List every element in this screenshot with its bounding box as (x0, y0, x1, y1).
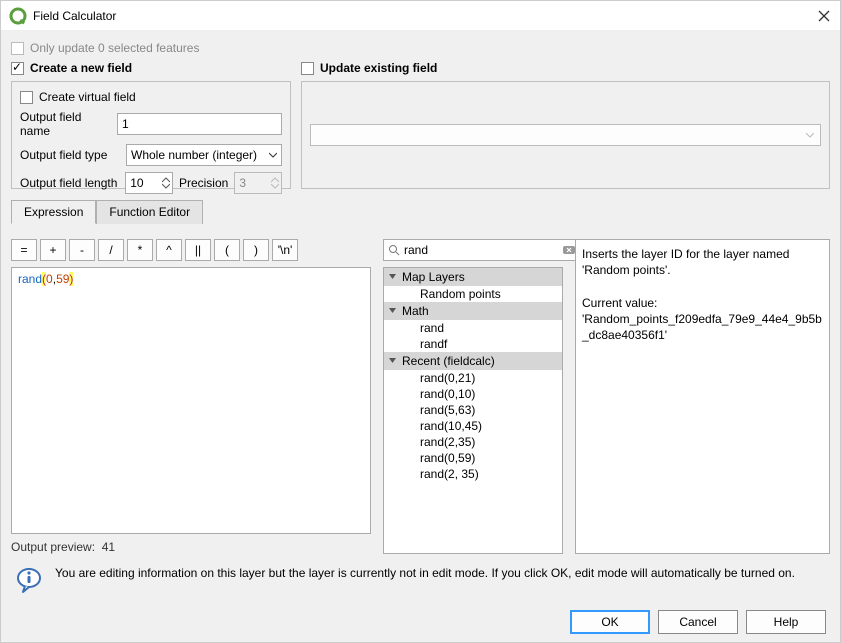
info-icon (15, 566, 43, 594)
operator-button[interactable]: ^ (156, 239, 182, 261)
update-existing-field-checkbox[interactable] (301, 62, 314, 75)
function-tree[interactable]: Map LayersRandom pointsMathrandrandfRece… (383, 267, 563, 554)
tree-group-header[interactable]: Map Layers (384, 268, 562, 286)
tree-item[interactable]: rand(10,45) (384, 418, 562, 434)
help-button[interactable]: Help (746, 610, 826, 634)
ok-button[interactable]: OK (570, 610, 650, 634)
output-length-spin[interactable]: 10 (125, 172, 173, 194)
tree-item[interactable]: rand(2,35) (384, 434, 562, 450)
spin-down-icon (271, 183, 279, 189)
spin-down-icon[interactable] (162, 183, 170, 189)
operator-button[interactable]: - (69, 239, 95, 261)
operator-button[interactable]: ( (214, 239, 240, 261)
expression-column: =+-/*^||()'\n' rand(0,59) Output preview… (11, 239, 371, 554)
search-input[interactable] (404, 243, 559, 257)
operator-button[interactable]: * (127, 239, 153, 261)
create-new-field-checkbox[interactable] (11, 62, 24, 75)
footer-info-text: You are editing information on this laye… (55, 566, 795, 580)
search-icon (388, 244, 400, 256)
chevron-down-icon (388, 306, 397, 315)
clear-search-icon[interactable] (563, 244, 575, 256)
preview-label: Output preview: (11, 540, 95, 554)
expression-textarea[interactable]: rand(0,59) (11, 267, 371, 534)
help-pane: Inserts the layer ID for the layer named… (575, 239, 830, 554)
chevron-down-icon (806, 131, 814, 139)
close-icon[interactable] (816, 8, 832, 24)
output-name-label: Output field name (20, 110, 111, 138)
tree-item[interactable]: rand(5,63) (384, 402, 562, 418)
tab-function-editor[interactable]: Function Editor (96, 200, 203, 224)
only-update-checkbox (11, 42, 24, 55)
tab-expression[interactable]: Expression (11, 200, 96, 224)
tab-bar: Expression Function Editor (11, 199, 830, 223)
footer-info: You are editing information on this laye… (11, 560, 830, 598)
expr-arg1: 0 (46, 272, 53, 286)
create-new-field-label: Create a new field (30, 61, 132, 75)
search-box[interactable] (383, 239, 580, 261)
chevron-down-icon (388, 356, 397, 365)
update-existing-group (301, 81, 830, 189)
output-preview: Output preview: 41 (11, 540, 371, 554)
tree-item[interactable]: rand(0,21) (384, 370, 562, 386)
field-calculator-window: Field Calculator Only update 0 selected … (0, 0, 841, 643)
tree-item[interactable]: Random points (384, 286, 562, 302)
update-existing-field-label: Update existing field (320, 61, 437, 75)
output-length-label: Output field length (20, 176, 119, 190)
tree-item[interactable]: rand(2, 35) (384, 466, 562, 482)
precision-label: Precision (179, 176, 228, 190)
create-virtual-label: Create virtual field (39, 90, 136, 104)
output-type-label: Output field type (20, 148, 120, 162)
operator-button[interactable]: / (98, 239, 124, 261)
expr-close-paren: ) (69, 272, 73, 286)
existing-field-combo (310, 124, 821, 146)
tree-item[interactable]: rand(0,59) (384, 450, 562, 466)
output-length-value: 10 (130, 176, 143, 190)
expression-tabpane: =+-/*^||()'\n' rand(0,59) Output preview… (11, 229, 830, 554)
operator-button[interactable]: || (185, 239, 211, 261)
precision-spin: 3 (234, 172, 282, 194)
create-virtual-checkbox[interactable] (20, 91, 33, 104)
operator-button[interactable]: + (40, 239, 66, 261)
tree-item[interactable]: rand (384, 320, 562, 336)
chevron-down-icon (269, 151, 277, 159)
operator-button[interactable]: = (11, 239, 37, 261)
tree-item[interactable]: rand(0,10) (384, 386, 562, 402)
tree-group-header[interactable]: Math (384, 302, 562, 320)
only-update-label: Only update 0 selected features (30, 41, 199, 55)
output-name-input[interactable] (117, 113, 282, 135)
dialog-button-row: OK Cancel Help (11, 604, 830, 636)
titlebar: Field Calculator (1, 1, 840, 31)
operator-button[interactable]: '\n' (272, 239, 298, 261)
cancel-button[interactable]: Cancel (658, 610, 738, 634)
expr-arg2: 59 (56, 272, 69, 286)
function-tree-column: Show Help Map LayersRandom pointsMathran… (383, 239, 563, 554)
operator-row: =+-/*^||()'\n' (11, 239, 371, 261)
expr-fn: rand (18, 272, 42, 286)
help-line3: 'Random_points_f209edfa_79e9_44e4_9b5b_d… (582, 311, 823, 343)
new-field-group: Create virtual field Output field name O… (11, 81, 291, 189)
window-title: Field Calculator (33, 9, 816, 23)
tree-item[interactable]: randf (384, 336, 562, 352)
tree-group-header[interactable]: Recent (fieldcalc) (384, 352, 562, 370)
chevron-down-icon (388, 272, 397, 281)
preview-value: 41 (102, 540, 115, 554)
output-type-value: Whole number (integer) (131, 148, 257, 162)
output-type-combo[interactable]: Whole number (integer) (126, 144, 282, 166)
app-icon (9, 7, 27, 25)
help-line1: Inserts the layer ID for the layer named… (582, 246, 823, 278)
only-update-row: Only update 0 selected features (11, 41, 830, 55)
precision-value: 3 (239, 176, 246, 190)
operator-button[interactable]: ) (243, 239, 269, 261)
help-line2: Current value: (582, 295, 823, 311)
